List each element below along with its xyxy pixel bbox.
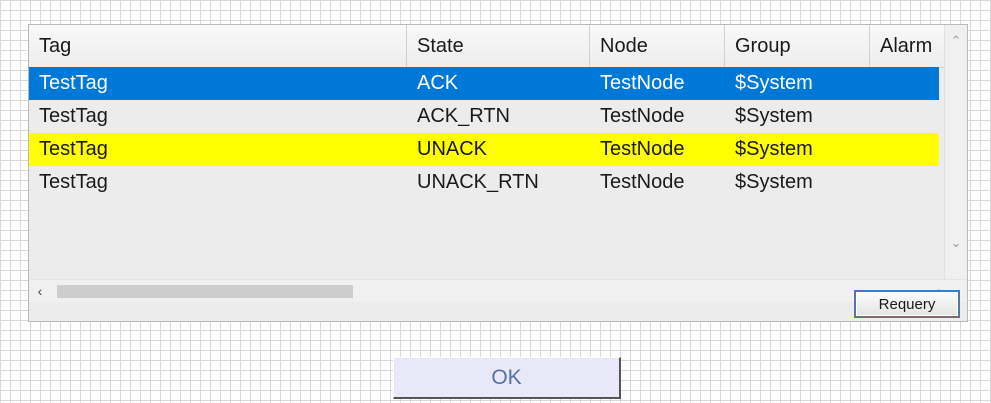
chevron-down-icon[interactable]: ⌄ [945,235,967,251]
ok-button[interactable]: OK [393,357,621,399]
cell-tag: TestTag [39,105,108,127]
cell-group: $System [735,171,813,193]
table-row[interactable]: TestTag UNACK TestNode $System [29,133,939,166]
grid-empty-area [29,199,939,279]
alarm-grid[interactable]: Tag State Node Group Alarm TestTag ACK T… [28,24,968,322]
cell-state: ACK_RTN [417,105,510,127]
cell-group: $System [735,138,813,160]
cell-tag: TestTag [39,138,108,160]
column-header-node[interactable]: Node [590,25,725,67]
cell-state: UNACK [417,138,488,160]
cell-tag: TestTag [39,72,108,94]
cell-state: ACK [417,72,459,94]
scrollbar-thumb[interactable] [57,285,353,298]
chevron-left-icon[interactable]: ‹ [29,280,51,302]
chevron-up-icon[interactable]: ⌃ [945,33,967,49]
cell-group: $System [735,105,813,127]
cell-state: UNACK_RTN [417,171,539,193]
cell-alarm [870,100,939,133]
horizontal-scrollbar[interactable]: ‹ › [29,279,967,302]
cell-node: TestNode [600,72,685,94]
requery-button[interactable]: Requery [855,291,959,317]
grid-header: Tag State Node Group Alarm [29,25,967,68]
column-header-tag[interactable]: Tag [29,25,407,67]
cell-node: TestNode [600,171,685,193]
cell-group: $System [735,72,813,94]
table-row[interactable]: TestTag ACK TestNode $System [29,67,939,100]
cell-alarm [870,67,939,100]
vertical-scrollbar[interactable]: ⌃ ⌄ [944,25,967,279]
table-row[interactable]: TestTag ACK_RTN TestNode $System [29,100,939,133]
table-row[interactable]: TestTag UNACK_RTN TestNode $System [29,166,939,199]
cell-alarm [870,133,939,166]
column-header-group[interactable]: Group [725,25,870,67]
cell-alarm [870,166,939,199]
cell-tag: TestTag [39,171,108,193]
cell-node: TestNode [600,138,685,160]
cell-node: TestNode [600,105,685,127]
column-header-state[interactable]: State [407,25,590,67]
grid-rows: TestTag ACK TestNode $System TestTag ACK… [29,67,939,199]
